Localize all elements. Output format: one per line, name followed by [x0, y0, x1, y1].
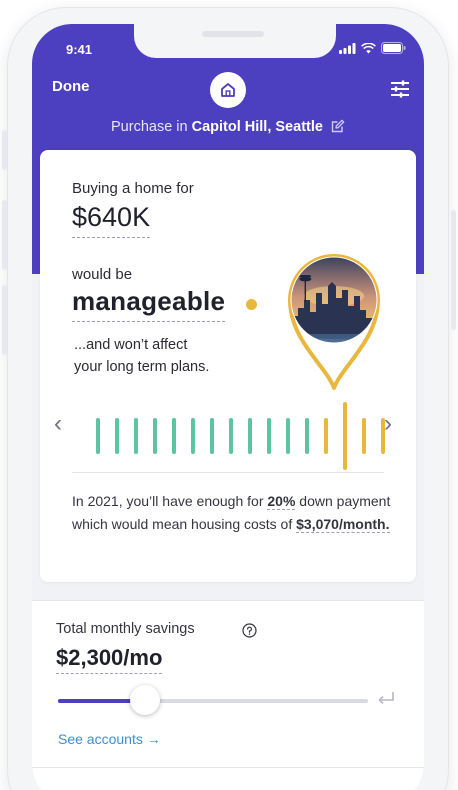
volume-up-button [2, 200, 7, 270]
monthly-cost-value[interactable]: $3,070/month. [296, 516, 390, 533]
gauge-tick [96, 418, 100, 454]
help-icon[interactable] [242, 623, 257, 638]
signal-icon [339, 42, 356, 54]
gauge-tick [153, 418, 157, 454]
gauge-ticks[interactable] [96, 402, 386, 470]
gauge-tick [267, 418, 271, 454]
done-button[interactable]: Done [52, 78, 90, 95]
battery-icon [381, 42, 406, 54]
gauge-tick [134, 418, 138, 454]
affordability-card: Buying a home for $640K would be managea… [40, 150, 416, 582]
filters-button[interactable] [390, 80, 410, 103]
location-name[interactable]: Capitol Hill, Seattle [192, 119, 323, 135]
mute-switch [2, 130, 7, 170]
verdict-status-dot [246, 299, 257, 310]
power-button [451, 210, 456, 330]
undo-icon[interactable] [376, 690, 396, 706]
savings-value[interactable]: $2,300/mo [56, 645, 163, 674]
edit-icon[interactable] [331, 119, 345, 133]
verdict-subtext-line2: your long term plans. [74, 359, 210, 375]
gauge-tick [210, 418, 214, 454]
wifi-icon [361, 42, 376, 53]
volume-down-button [2, 285, 7, 355]
affordability-gauge: ‹ › [52, 390, 404, 470]
affordability-summary: In 2021, you’ll have enough for 20% down… [72, 490, 392, 536]
gauge-tick [172, 418, 176, 454]
status-icons [339, 42, 406, 54]
sliders-icon [391, 80, 409, 98]
savings-panel: Total monthly savings $2,300/mo See acco… [32, 600, 424, 790]
affordability-verdict: manageable [72, 286, 226, 322]
card-divider [72, 472, 384, 473]
buy-label: Buying a home for [72, 180, 194, 197]
gauge-tick-current [343, 402, 347, 470]
see-accounts-link[interactable]: See accounts → [58, 731, 161, 747]
savings-label: Total monthly savings [56, 621, 195, 637]
gauge-tick [324, 418, 328, 454]
verdict-subtext: ...and won’t affect your long term plans… [74, 334, 209, 378]
status-time: 9:41 [66, 42, 93, 57]
bottom-divider [32, 767, 424, 768]
home-icon [221, 83, 235, 97]
gauge-tick [286, 418, 290, 454]
gauge-tick [115, 418, 119, 454]
home-logo-button[interactable] [210, 72, 246, 108]
summary-text-1: In 2021, you’ll have enough for [72, 493, 268, 509]
notch [134, 24, 336, 58]
home-price[interactable]: $640K [72, 202, 151, 238]
savings-slider-thumb[interactable] [129, 685, 160, 715]
verdict-subtext-line1: ...and won’t affect [74, 337, 188, 353]
gauge-tick [191, 418, 195, 454]
down-payment-value[interactable]: 20% [267, 493, 296, 510]
speaker-grille [202, 31, 264, 37]
gauge-tick [248, 418, 252, 454]
gauge-tick [362, 418, 366, 454]
savings-slider-track[interactable] [58, 699, 368, 703]
gauge-prev-arrow[interactable]: ‹ [54, 410, 62, 438]
location-prefix: Purchase in [111, 119, 192, 135]
location-pin-photo [288, 254, 380, 390]
would-be-label: would be [72, 266, 133, 283]
gauge-tick [229, 418, 233, 454]
gauge-tick [305, 418, 309, 454]
app-screen: 9:41 Done Purchase in Capitol Hill, Seat… [32, 24, 424, 790]
gauge-next-arrow[interactable]: › [384, 410, 392, 438]
location-line: Purchase in Capitol Hill, Seattle [32, 119, 424, 135]
